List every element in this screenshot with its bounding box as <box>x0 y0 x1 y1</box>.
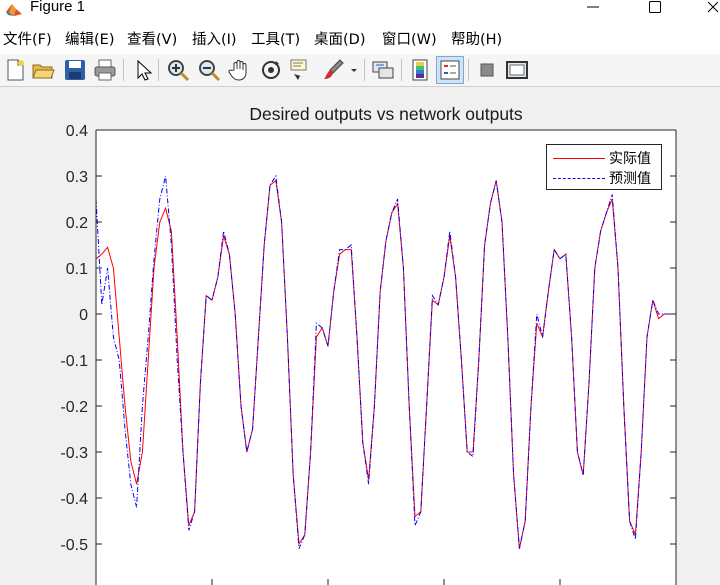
toolbar-separator <box>468 59 469 81</box>
legend-label-predicted: 预测值 <box>609 171 651 187</box>
menu-bar: 文件(F) 编辑(E) 查看(V) 插入(I) 工具(T) 桌面(D) 窗口(W… <box>0 20 720 54</box>
insert-legend-button[interactable] <box>436 56 464 84</box>
brush-dropdown-button[interactable] <box>348 57 360 83</box>
show-plot-tools-button[interactable] <box>504 57 530 83</box>
menu-view[interactable]: 查看(V) <box>127 28 177 49</box>
menu-insert[interactable]: 插入(I) <box>192 28 237 49</box>
rotate-3d-button[interactable] <box>258 57 284 83</box>
menu-edit[interactable]: 编辑(E) <box>65 28 114 49</box>
y-tick-label: 0.2 <box>66 215 88 232</box>
y-tick-label: -0.3 <box>60 445 88 462</box>
brush-dropdown-icon <box>351 69 357 72</box>
show-plot-tools-icon <box>506 61 528 79</box>
legend-line-predicted <box>553 178 605 179</box>
edit-plot-arrow-icon <box>137 59 153 81</box>
rotate-3d-icon <box>262 61 280 79</box>
y-tick-label: 0.3 <box>66 169 88 186</box>
minimize-button[interactable] <box>570 0 616 18</box>
legend[interactable]: 实际值 预测值 <box>546 144 662 190</box>
y-tick-label: -0.5 <box>60 537 88 554</box>
hide-plot-tools-button[interactable] <box>474 57 500 83</box>
minimize-icon <box>587 6 599 8</box>
pan-button[interactable] <box>227 57 253 83</box>
menu-file[interactable]: 文件(F) <box>3 28 52 49</box>
zoom-out-icon <box>199 60 221 82</box>
toolbar-separator <box>401 59 402 81</box>
y-tick-label: 0.1 <box>66 261 88 278</box>
menu-desktop[interactable]: 桌面(D) <box>314 28 365 49</box>
y-tick-label: 0.4 <box>66 123 88 140</box>
data-cursor-button[interactable] <box>288 57 314 83</box>
zoom-in-button[interactable] <box>165 57 191 83</box>
close-button[interactable] <box>690 0 720 18</box>
toolbar-separator <box>364 59 365 81</box>
matlab-logo-icon <box>6 4 22 16</box>
save-icon <box>65 60 85 80</box>
legend-entry-actual: 实际值 <box>547 148 663 168</box>
y-tick-label: 0 <box>79 307 88 324</box>
new-figure-icon <box>7 59 24 81</box>
brush-icon <box>324 59 344 79</box>
menu-help[interactable]: 帮助(H) <box>451 28 502 49</box>
insert-colorbar-button[interactable] <box>407 57 433 83</box>
chart-title: Desired outputs vs network outputs <box>249 104 523 124</box>
legend-entry-predicted: 预测值 <box>547 168 663 188</box>
pan-hand-icon <box>228 60 247 81</box>
open-file-icon <box>32 64 55 79</box>
maximize-icon <box>649 1 661 13</box>
axes-background <box>96 130 676 585</box>
legend-line-actual <box>553 158 605 159</box>
save-button[interactable] <box>62 57 88 83</box>
edit-plot-button[interactable] <box>130 57 156 83</box>
menu-tools[interactable]: 工具(T) <box>251 28 300 49</box>
hide-plot-tools-icon <box>480 63 494 77</box>
new-figure-button[interactable] <box>2 57 28 83</box>
y-tick-label: -0.1 <box>60 353 88 370</box>
maximize-button[interactable] <box>632 0 678 18</box>
y-tick-label: -0.4 <box>60 491 88 508</box>
toolbar <box>0 54 720 87</box>
brush-button[interactable] <box>320 57 346 83</box>
open-file-button[interactable] <box>30 57 56 83</box>
toolbar-separator <box>158 59 159 81</box>
toolbar-separator <box>123 59 124 81</box>
link-plot-button[interactable] <box>370 57 396 83</box>
insert-legend-icon <box>440 60 460 80</box>
print-icon <box>94 59 116 81</box>
link-plot-icon <box>372 61 394 79</box>
zoom-out-button[interactable] <box>196 57 222 83</box>
title-bar: Figure 1 <box>0 0 720 20</box>
insert-colorbar-icon <box>412 59 428 81</box>
legend-label-actual: 实际值 <box>609 151 651 167</box>
data-cursor-icon <box>290 59 307 80</box>
menu-window[interactable]: 窗口(W) <box>382 28 437 49</box>
zoom-in-icon <box>168 60 190 82</box>
close-icon <box>707 1 719 13</box>
y-tick-label: -0.2 <box>60 399 88 416</box>
print-button[interactable] <box>92 57 118 83</box>
window-title: Figure 1 <box>30 0 86 15</box>
